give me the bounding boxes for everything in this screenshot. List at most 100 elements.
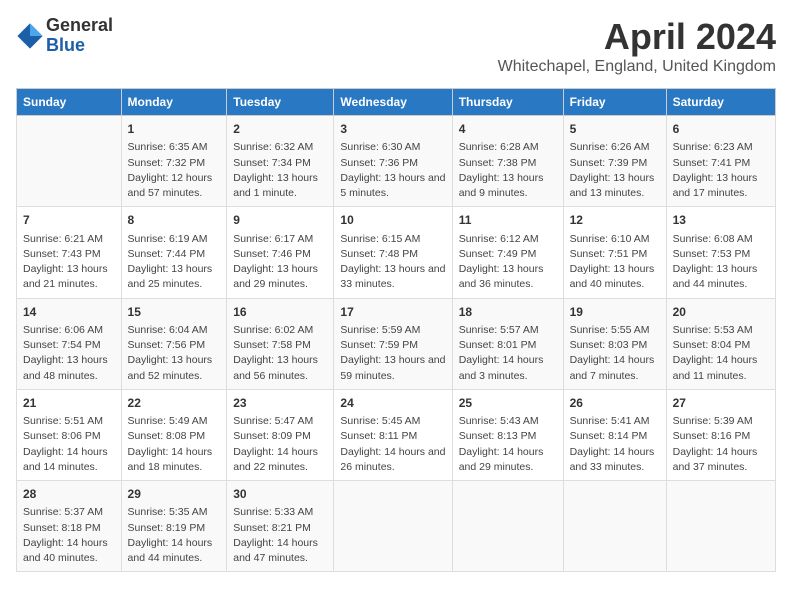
main-title: April 2024 (498, 16, 776, 58)
week-row-1: 1 Sunrise: 6:35 AMSunset: 7:32 PMDaylight… (17, 116, 776, 207)
day-number: 22 (128, 395, 221, 412)
cell-w3-d7: 20Sunrise: 5:53 AMSunset: 8:04 PMDayligh… (666, 298, 775, 389)
logo-icon (16, 22, 44, 50)
day-number: 24 (340, 395, 445, 412)
day-number: 16 (233, 304, 327, 321)
day-number: 6 (673, 121, 769, 138)
cell-details: Sunrise: 5:55 AMSunset: 8:03 PMDaylight:… (570, 323, 660, 384)
header-saturday: Saturday (666, 89, 775, 116)
day-number: 21 (23, 395, 115, 412)
cell-details: Sunrise: 5:45 AMSunset: 8:11 PMDaylight:… (340, 414, 445, 475)
week-row-5: 28 Sunrise: 5:37 AMSunset: 8:18 PMDayligh… (17, 481, 776, 572)
logo-blue: Blue (46, 36, 113, 56)
day-number: 17 (340, 304, 445, 321)
logo: General Blue (16, 16, 113, 56)
header-wednesday: Wednesday (334, 89, 452, 116)
cell-w4-d6: 26 Sunrise: 5:41 AMSunset: 8:14 PMDayligh… (563, 389, 666, 480)
cell-w3-d6: 19 Sunrise: 5:55 AMSunset: 8:03 PMDayligh… (563, 298, 666, 389)
day-number: 3 (340, 121, 445, 138)
day-number: 1 (128, 121, 221, 138)
cell-w2-d4: 10Sunrise: 6:15 AMSunset: 7:48 PMDayligh… (334, 207, 452, 298)
page-header: General Blue April 2024 Whitechapel, Eng… (16, 16, 776, 76)
cell-details: Sunrise: 6:08 AMSunset: 7:53 PMDaylight:… (673, 232, 769, 293)
cell-w4-d1: 21 Sunrise: 5:51 AMSunset: 8:06 PMDayligh… (17, 389, 122, 480)
header-row: SundayMondayTuesdayWednesdayThursdayFrid… (17, 89, 776, 116)
week-row-4: 21 Sunrise: 5:51 AMSunset: 8:06 PMDayligh… (17, 389, 776, 480)
cell-details: Sunrise: 6:04 AMSunset: 7:56 PMDaylight:… (128, 323, 221, 384)
cell-details: Sunrise: 6:21 AMSunset: 7:43 PMDaylight:… (23, 232, 115, 293)
cell-w5-d7 (666, 481, 775, 572)
cell-details: Sunrise: 5:37 AMSunset: 8:18 PMDaylight:… (23, 505, 115, 566)
cell-w4-d3: 23 Sunrise: 5:47 AMSunset: 8:09 PMDayligh… (227, 389, 334, 480)
cell-w5-d4 (334, 481, 452, 572)
cell-w4-d7: 27 Sunrise: 5:39 AMSunset: 8:16 PMDayligh… (666, 389, 775, 480)
cell-w1-d2: 1 Sunrise: 6:35 AMSunset: 7:32 PMDaylight… (121, 116, 227, 207)
cell-w2-d3: 9Sunrise: 6:17 AMSunset: 7:46 PMDaylight… (227, 207, 334, 298)
cell-w3-d2: 15 Sunrise: 6:04 AMSunset: 7:56 PMDayligh… (121, 298, 227, 389)
cell-w3-d3: 16Sunrise: 6:02 AMSunset: 7:58 PMDayligh… (227, 298, 334, 389)
cell-details: Sunrise: 5:53 AMSunset: 8:04 PMDaylight:… (673, 323, 769, 384)
cell-w5-d5 (452, 481, 563, 572)
day-number: 9 (233, 212, 327, 229)
day-number: 30 (233, 486, 327, 503)
day-number: 14 (23, 304, 115, 321)
cell-w2-d2: 8Sunrise: 6:19 AMSunset: 7:44 PMDaylight… (121, 207, 227, 298)
header-sunday: Sunday (17, 89, 122, 116)
cell-w4-d4: 24 Sunrise: 5:45 AMSunset: 8:11 PMDayligh… (334, 389, 452, 480)
day-number: 23 (233, 395, 327, 412)
cell-details: Sunrise: 6:30 AMSunset: 7:36 PMDaylight:… (340, 140, 445, 201)
cell-details: Sunrise: 5:35 AMSunset: 8:19 PMDaylight:… (128, 505, 221, 566)
cell-w3-d1: 14 Sunrise: 6:06 AMSunset: 7:54 PMDayligh… (17, 298, 122, 389)
cell-details: Sunrise: 5:59 AMSunset: 7:59 PMDaylight:… (340, 323, 445, 384)
header-thursday: Thursday (452, 89, 563, 116)
cell-details: Sunrise: 6:35 AMSunset: 7:32 PMDaylight:… (128, 140, 221, 201)
week-row-3: 14 Sunrise: 6:06 AMSunset: 7:54 PMDayligh… (17, 298, 776, 389)
cell-details: Sunrise: 5:51 AMSunset: 8:06 PMDaylight:… (23, 414, 115, 475)
cell-details: Sunrise: 6:19 AMSunset: 7:44 PMDaylight:… (128, 232, 221, 293)
cell-w1-d3: 2Sunrise: 6:32 AMSunset: 7:34 PMDaylight… (227, 116, 334, 207)
week-row-2: 7 Sunrise: 6:21 AMSunset: 7:43 PMDaylight… (17, 207, 776, 298)
cell-w2-d7: 13 Sunrise: 6:08 AMSunset: 7:53 PMDayligh… (666, 207, 775, 298)
logo-text: General Blue (46, 16, 113, 56)
day-number: 13 (673, 212, 769, 229)
cell-details: Sunrise: 6:32 AMSunset: 7:34 PMDaylight:… (233, 140, 327, 201)
cell-w3-d4: 17 Sunrise: 5:59 AMSunset: 7:59 PMDayligh… (334, 298, 452, 389)
day-number: 28 (23, 486, 115, 503)
cell-details: Sunrise: 6:06 AMSunset: 7:54 PMDaylight:… (23, 323, 115, 384)
day-number: 27 (673, 395, 769, 412)
day-number: 26 (570, 395, 660, 412)
day-number: 25 (459, 395, 557, 412)
cell-w1-d1 (17, 116, 122, 207)
cell-details: Sunrise: 6:10 AMSunset: 7:51 PMDaylight:… (570, 232, 660, 293)
logo-general: General (46, 16, 113, 36)
cell-details: Sunrise: 6:28 AMSunset: 7:38 PMDaylight:… (459, 140, 557, 201)
cell-w1-d7: 6Sunrise: 6:23 AMSunset: 7:41 PMDaylight… (666, 116, 775, 207)
header-tuesday: Tuesday (227, 89, 334, 116)
day-number: 19 (570, 304, 660, 321)
cell-w2-d1: 7 Sunrise: 6:21 AMSunset: 7:43 PMDaylight… (17, 207, 122, 298)
cell-details: Sunrise: 5:41 AMSunset: 8:14 PMDaylight:… (570, 414, 660, 475)
cell-details: Sunrise: 5:39 AMSunset: 8:16 PMDaylight:… (673, 414, 769, 475)
day-number: 15 (128, 304, 221, 321)
cell-w4-d2: 22 Sunrise: 5:49 AMSunset: 8:08 PMDayligh… (121, 389, 227, 480)
day-number: 4 (459, 121, 557, 138)
day-number: 12 (570, 212, 660, 229)
cell-w5-d6 (563, 481, 666, 572)
cell-details: Sunrise: 5:43 AMSunset: 8:13 PMDaylight:… (459, 414, 557, 475)
day-number: 7 (23, 212, 115, 229)
cell-details: Sunrise: 5:57 AMSunset: 8:01 PMDaylight:… (459, 323, 557, 384)
cell-w5-d2: 29 Sunrise: 5:35 AMSunset: 8:19 PMDayligh… (121, 481, 227, 572)
cell-w5-d3: 30Sunrise: 5:33 AMSunset: 8:21 PMDayligh… (227, 481, 334, 572)
cell-details: Sunrise: 5:49 AMSunset: 8:08 PMDaylight:… (128, 414, 221, 475)
cell-details: Sunrise: 6:12 AMSunset: 7:49 PMDaylight:… (459, 232, 557, 293)
day-number: 18 (459, 304, 557, 321)
day-number: 10 (340, 212, 445, 229)
cell-w3-d5: 18 Sunrise: 5:57 AMSunset: 8:01 PMDayligh… (452, 298, 563, 389)
cell-w2-d6: 12 Sunrise: 6:10 AMSunset: 7:51 PMDayligh… (563, 207, 666, 298)
cell-details: Sunrise: 5:47 AMSunset: 8:09 PMDaylight:… (233, 414, 327, 475)
cell-w1-d4: 3 Sunrise: 6:30 AMSunset: 7:36 PMDaylight… (334, 116, 452, 207)
cell-w2-d5: 11Sunrise: 6:12 AMSunset: 7:49 PMDayligh… (452, 207, 563, 298)
subtitle: Whitechapel, England, United Kingdom (498, 58, 776, 76)
cell-details: Sunrise: 6:26 AMSunset: 7:39 PMDaylight:… (570, 140, 660, 201)
day-number: 29 (128, 486, 221, 503)
